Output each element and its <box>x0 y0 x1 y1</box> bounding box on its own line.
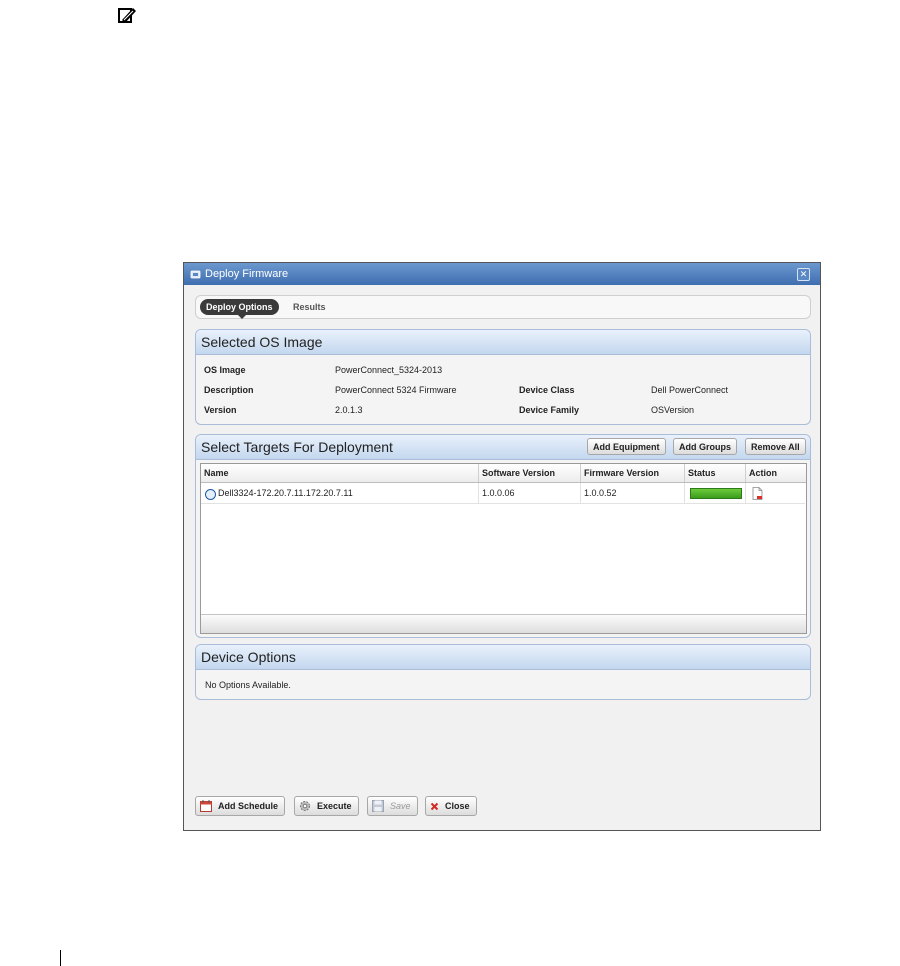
add-schedule-label: Add Schedule <box>218 801 279 811</box>
os-image-value: PowerConnect_5324-2013 <box>335 365 443 375</box>
panel-title: Device Options <box>196 645 810 670</box>
version-value: 2.0.1.3 <box>335 405 363 415</box>
device-name: Dell3324-172.20.7.11.172.20.7.11 <box>218 488 353 498</box>
firmware-icon <box>190 270 201 278</box>
no-options-message: No Options Available. <box>205 680 291 690</box>
selected-os-image-panel: Selected OS Image OS Image PowerConnect_… <box>195 329 811 425</box>
remove-all-button[interactable]: Remove All <box>745 438 806 455</box>
cell-software-version: 1.0.0.06 <box>479 483 581 503</box>
tab-results[interactable]: Results <box>293 299 326 315</box>
column-header-status[interactable]: Status <box>685 464 746 482</box>
add-groups-button[interactable]: Add Groups <box>673 438 737 455</box>
save-label: Save <box>390 801 411 811</box>
tab-bar: Deploy Options Results <box>195 295 811 319</box>
note-pencil-icon <box>118 8 136 23</box>
floppy-disk-icon <box>372 800 384 812</box>
description-label: Description <box>204 385 254 395</box>
remove-document-icon[interactable] <box>752 487 763 500</box>
gear-icon <box>300 801 310 811</box>
panel-title: Select Targets For Deployment Add Equipm… <box>196 435 810 460</box>
device-family-label: Device Family <box>519 405 580 415</box>
deploy-firmware-dialog: Deploy Firmware ✕ Deploy Options Results… <box>183 262 821 831</box>
targets-title: Select Targets For Deployment <box>201 439 393 455</box>
dialog-titlebar[interactable]: Deploy Firmware ✕ <box>184 263 820 285</box>
column-header-name[interactable]: Name <box>201 464 479 482</box>
cell-firmware-version: 1.0.0.52 <box>581 483 685 503</box>
select-targets-panel: Select Targets For Deployment Add Equipm… <box>195 434 811 638</box>
cell-name: Dell3324-172.20.7.11.172.20.7.11 <box>201 483 479 503</box>
version-label: Version <box>204 405 237 415</box>
panel-title: Selected OS Image <box>196 330 810 355</box>
save-button[interactable]: Save <box>367 796 418 816</box>
close-icon <box>430 802 439 810</box>
add-schedule-button[interactable]: Add Schedule <box>195 796 286 816</box>
execute-button[interactable]: Execute <box>294 796 359 816</box>
add-equipment-button[interactable]: Add Equipment <box>587 438 666 455</box>
device-options-panel: Device Options No Options Available. <box>195 644 811 700</box>
targets-table: Name Software Version Firmware Version S… <box>200 463 807 634</box>
close-icon[interactable]: ✕ <box>797 268 810 281</box>
close-button[interactable]: Close <box>425 796 477 816</box>
device-class-label: Device Class <box>519 385 575 395</box>
device-family-value: OSVersion <box>651 405 695 415</box>
table-header: Name Software Version Firmware Version S… <box>201 464 806 483</box>
device-class-value: Dell PowerConnect <box>651 385 729 395</box>
page-margin-rule <box>60 950 61 966</box>
status-progress-bar <box>690 488 742 499</box>
os-image-label: OS Image <box>204 365 246 375</box>
table-row[interactable]: Dell3324-172.20.7.11.172.20.7.11 1.0.0.0… <box>201 483 805 504</box>
cell-status <box>685 483 746 503</box>
calendar-icon <box>200 800 212 812</box>
table-scrollbar[interactable] <box>201 614 806 633</box>
dialog-title: Deploy Firmware <box>205 268 289 280</box>
description-value: PowerConnect 5324 Firmware <box>335 385 457 395</box>
cell-action <box>746 483 805 503</box>
close-label: Close <box>445 801 470 811</box>
column-header-software-version[interactable]: Software Version <box>479 464 581 482</box>
dell-logo-icon <box>205 489 216 500</box>
tab-deploy-options[interactable]: Deploy Options <box>200 299 279 319</box>
column-header-action[interactable]: Action <box>746 464 806 482</box>
column-header-firmware-version[interactable]: Firmware Version <box>581 464 685 482</box>
execute-label: Execute <box>317 801 352 811</box>
